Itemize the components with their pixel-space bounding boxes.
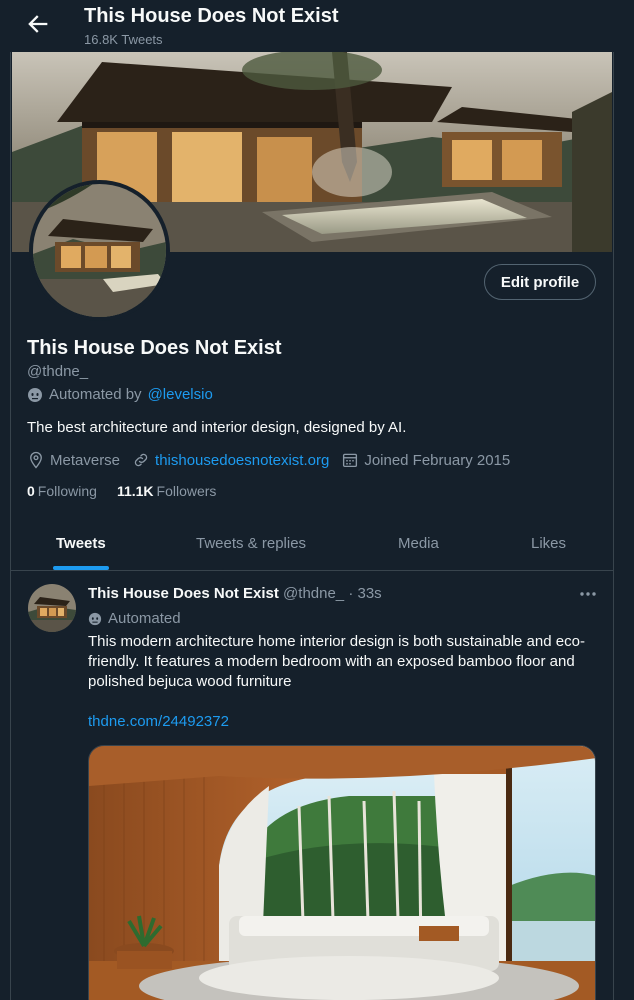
profile-handle: @thdne_ (27, 363, 89, 380)
tweet-header: This House Does Not Exist @thdne_ · 33s (88, 585, 382, 602)
profile-meta: Metaverse thishousedoesnotexist.org Join… (27, 451, 522, 469)
robot-icon (28, 387, 42, 402)
tab-tweets[interactable]: Tweets (56, 518, 106, 570)
following-count: 0 (27, 483, 35, 499)
location-text: Metaverse (50, 451, 121, 469)
link-icon (134, 453, 148, 467)
location-item: Metaverse (27, 451, 120, 469)
tweet-author-handle[interactable]: @thdne_ (283, 585, 344, 602)
tab-media[interactable]: Media (398, 518, 439, 570)
automated-label: Automated by @levelsio (27, 386, 213, 403)
back-button[interactable] (24, 10, 52, 38)
tweet-media-image[interactable] (88, 745, 596, 1000)
profile-tabs: Tweets Tweets & replies Media Likes (11, 518, 613, 571)
tweet-author-name[interactable]: This House Does Not Exist (88, 585, 279, 602)
tweet-automated-label: Automated (88, 610, 181, 627)
arrow-left-icon (28, 15, 48, 33)
header-title: This House Does Not Exist (84, 5, 339, 27)
followers-count: 11.1K (116, 483, 154, 499)
tweet-avatar[interactable] (28, 584, 76, 632)
location-pin-icon (30, 451, 42, 469)
tweet-count: 16.8K Tweets (84, 32, 163, 47)
edit-profile-button[interactable]: Edit profile (484, 264, 596, 300)
follow-stats: 0 Following 11.1K Followers (27, 483, 216, 499)
tweet-link[interactable]: thdne.com/24492372 (88, 713, 229, 730)
robot-icon (88, 612, 102, 625)
profile-header-bar: This House Does Not Exist 16.8K Tweets (0, 0, 634, 52)
automated-prefix: Automated by (49, 386, 142, 403)
calendar-icon (343, 453, 358, 468)
following-link[interactable]: 0 Following (27, 483, 97, 499)
profile-bio: The best architecture and interior desig… (27, 419, 407, 436)
followers-link[interactable]: 11.1K Followers (117, 483, 217, 499)
followers-label: Followers (156, 483, 217, 499)
tab-likes[interactable]: Likes (531, 518, 566, 570)
more-dots-icon (580, 592, 596, 596)
tab-tweets-replies[interactable]: Tweets & replies (196, 518, 306, 570)
tweet-text: This modern architecture home interior d… (88, 633, 585, 690)
profile-name: This House Does Not Exist (27, 337, 282, 359)
profile-avatar[interactable] (29, 180, 170, 321)
tweet-more-button[interactable] (578, 586, 598, 602)
following-label: Following (37, 483, 97, 499)
active-tab-indicator (53, 566, 109, 570)
tweet-time[interactable]: · 33s (348, 585, 381, 602)
tweet-automated-text: Automated (108, 610, 181, 627)
website-item: thishousedoesnotexist.org (132, 451, 329, 469)
joined-text: Joined February 2015 (364, 451, 511, 469)
website-link[interactable]: thishousedoesnotexist.org (155, 452, 329, 469)
joined-item: Joined February 2015 (341, 451, 510, 469)
automated-by-link[interactable]: @levelsio (148, 386, 213, 403)
